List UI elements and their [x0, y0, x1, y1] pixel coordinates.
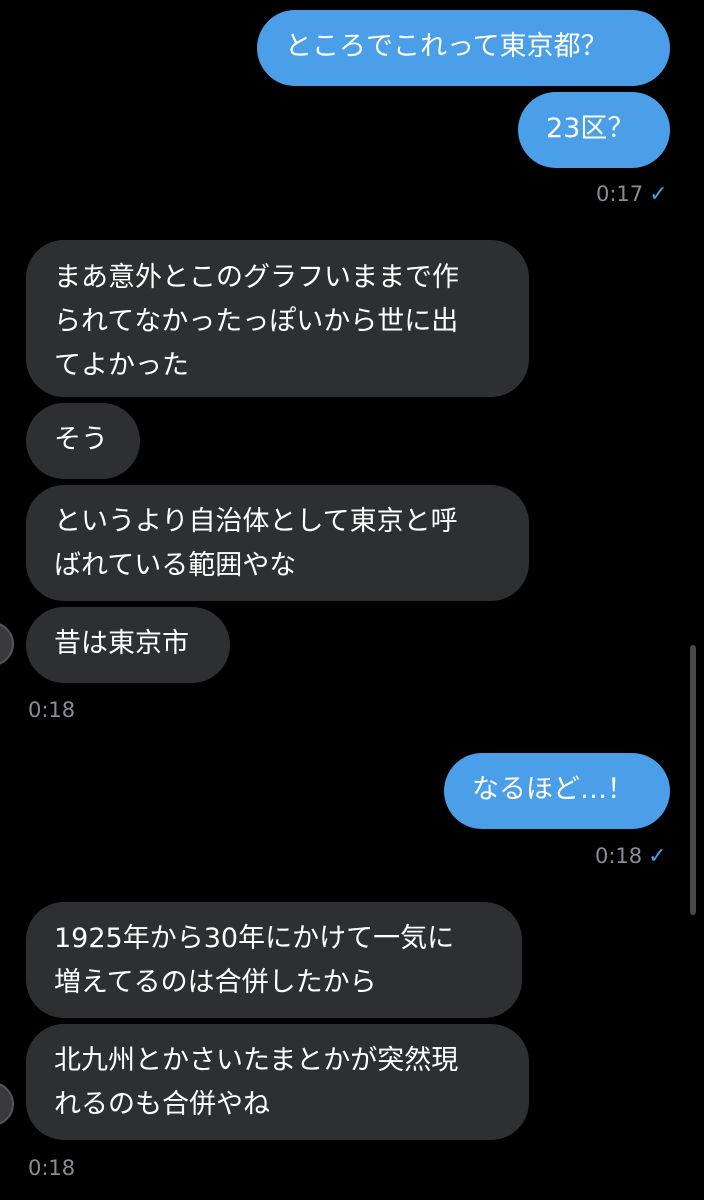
- check-icon: ✓: [649, 182, 668, 207]
- sent-message-bubble[interactable]: 23区？: [518, 92, 670, 168]
- received-message-bubble[interactable]: というより自治体として東京と呼 ばれている範囲やな: [26, 485, 529, 601]
- message-timestamp: 0:17 ✓: [596, 181, 668, 208]
- received-message-bubble[interactable]: まあ意外とこのグラフいままで作 られてなかったっぽいから世に出 てよかった: [26, 240, 529, 397]
- contact-avatar[interactable]: [0, 1082, 14, 1126]
- sent-message-bubble[interactable]: ところでこれって東京都？: [257, 10, 670, 86]
- received-message-bubble[interactable]: そう: [26, 403, 140, 479]
- message-timestamp: 0:18 ✓: [595, 843, 667, 870]
- check-icon: ✓: [648, 844, 667, 869]
- timestamp-text: 0:17: [596, 182, 644, 206]
- sent-message-bubble[interactable]: なるほど…！: [444, 753, 670, 829]
- timestamp-text: 0:18: [595, 844, 643, 868]
- scrollbar[interactable]: [690, 645, 696, 915]
- received-message-bubble[interactable]: 北九州とかさいたまとかが突然現 れるのも合併やね: [26, 1024, 529, 1140]
- contact-avatar[interactable]: [0, 622, 14, 666]
- received-message-bubble[interactable]: 昔は東京市: [26, 607, 230, 683]
- message-timestamp: 0:18: [28, 1156, 76, 1180]
- message-timestamp: 0:18: [28, 698, 76, 722]
- received-message-bubble[interactable]: 1925年から30年にかけて一気に 増えてるのは合併したから: [26, 902, 522, 1018]
